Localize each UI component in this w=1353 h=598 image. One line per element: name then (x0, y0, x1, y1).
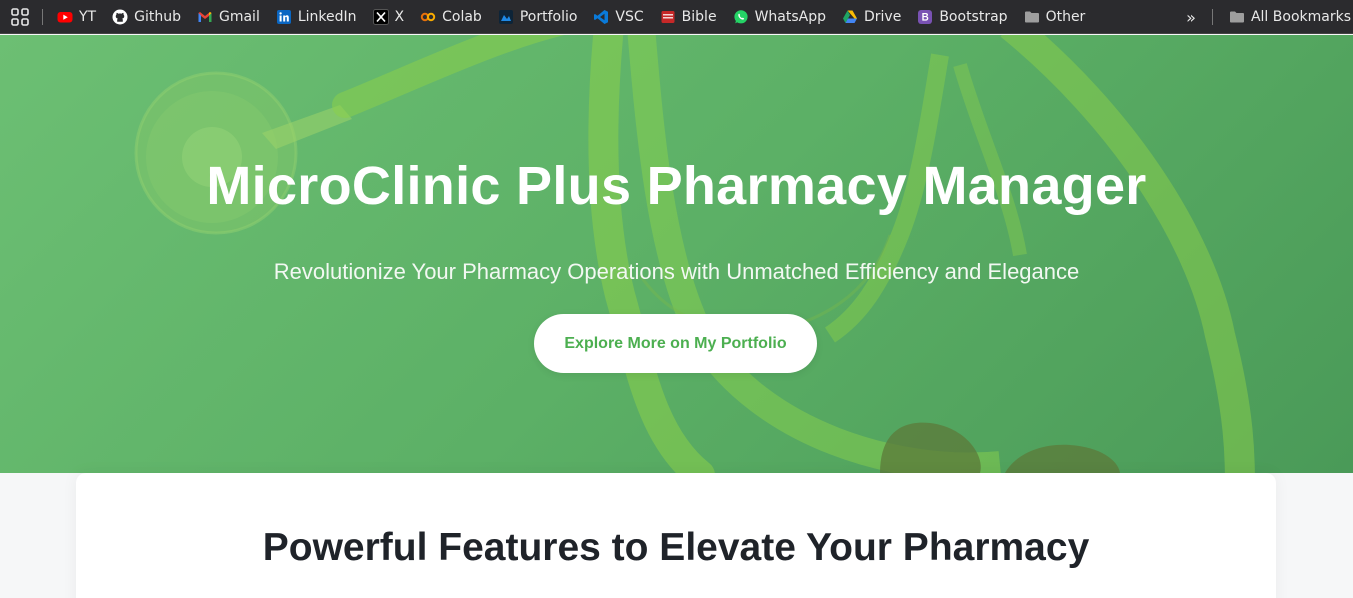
youtube-icon (57, 9, 73, 25)
bookmark-vsc[interactable]: VSC (585, 3, 651, 31)
bookmark-colab[interactable]: Colab (412, 3, 490, 31)
gmail-icon (197, 9, 213, 25)
portfolio-icon (498, 9, 514, 25)
folder-icon (1024, 9, 1040, 25)
bookmark-label: Github (134, 8, 181, 25)
linkedin-icon (276, 9, 292, 25)
bookmark-label: VSC (615, 8, 644, 25)
features-section-title: Powerful Features to Elevate Your Pharma… (262, 526, 1090, 569)
github-icon (112, 9, 128, 25)
bookmark-label: Drive (864, 8, 902, 25)
bookmarks-overflow-area: » All Bookmarks (1176, 0, 1353, 34)
bookmark-linkedin[interactable]: LinkedIn (268, 3, 365, 31)
bookmark-bootstrap[interactable]: Bootstrap (909, 3, 1015, 31)
vscode-icon (593, 9, 609, 25)
chevron-double-right-icon[interactable]: » (1176, 8, 1206, 27)
bookmark-x[interactable]: X (365, 3, 413, 31)
bookmark-portfolio[interactable]: Portfolio (490, 3, 586, 31)
stethoscope-background-image (134, 35, 1255, 473)
bookmark-yt[interactable]: YT (49, 3, 104, 31)
drive-icon (842, 9, 858, 25)
all-bookmarks-button[interactable]: All Bookmarks (1221, 3, 1353, 31)
features-card: Powerful Features to Elevate Your Pharma… (76, 473, 1276, 598)
bookmarks-divider (42, 8, 43, 25)
hero-subtitle: Revolutionize Your Pharmacy Operations w… (273, 259, 1080, 284)
bookmark-label: Portfolio (519, 8, 578, 25)
bookmark-label: WhatsApp (754, 8, 826, 25)
folder-icon (1229, 9, 1245, 25)
explore-portfolio-button[interactable]: Explore More on My Portfolio (534, 314, 817, 373)
bookmark-drive[interactable]: Drive (834, 3, 909, 31)
bookmark-label: Gmail (218, 8, 260, 25)
bookmark-label: X (394, 8, 405, 25)
bookmark-bible[interactable]: Bible (652, 3, 725, 31)
bookmark-label: Other (1045, 8, 1086, 25)
bookmark-label: YT (79, 8, 97, 25)
bootstrap-icon (917, 9, 933, 25)
hero-title: MicroClinic Plus Pharmacy Manager (206, 156, 1147, 216)
bookmark-gmail[interactable]: Gmail (189, 3, 268, 31)
bible-icon (660, 9, 676, 25)
apps-grid-icon[interactable] (0, 0, 40, 34)
bookmark-folder-other[interactable]: Other (1016, 3, 1094, 31)
x-icon (372, 8, 389, 25)
all-bookmarks-label: All Bookmarks (1250, 9, 1351, 25)
bookmarks-divider (1211, 9, 1213, 25)
hero-section: MicroClinic Plus Pharmacy Manager Revolu… (0, 35, 1353, 473)
bookmarks-bar: YT Github Gmail LinkedIn X Colab Portfol… (0, 0, 1353, 34)
whatsapp-icon (733, 9, 749, 25)
bookmark-label: Colab (442, 8, 482, 25)
bookmark-label: Bible (681, 8, 717, 25)
bookmark-whatsapp[interactable]: WhatsApp (725, 3, 834, 31)
bookmark-label: Bootstrap (939, 8, 1008, 25)
colab-icon (420, 9, 436, 25)
bookmark-label: LinkedIn (297, 8, 357, 25)
bookmark-github[interactable]: Github (104, 3, 189, 31)
